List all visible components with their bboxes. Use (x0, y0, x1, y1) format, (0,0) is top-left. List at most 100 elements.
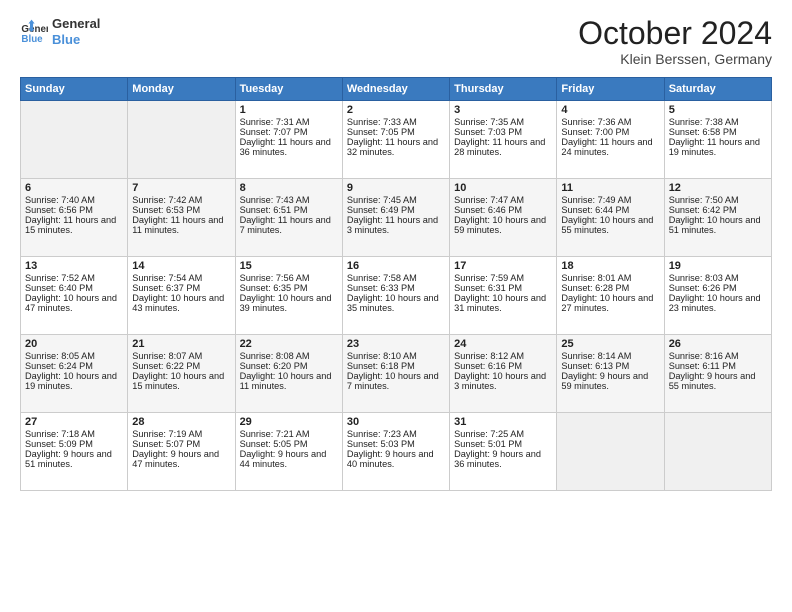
calendar-cell: 11Sunrise: 7:49 AMSunset: 6:44 PMDayligh… (557, 179, 664, 257)
sunset: Sunset: 7:07 PM (240, 127, 308, 137)
day-number: 22 (240, 338, 338, 350)
calendar-cell: 15Sunrise: 7:56 AMSunset: 6:35 PMDayligh… (235, 257, 342, 335)
sunset: Sunset: 7:00 PM (561, 127, 629, 137)
daylight: Daylight: 10 hours and 31 minutes. (454, 293, 546, 313)
calendar-cell: 10Sunrise: 7:47 AMSunset: 6:46 PMDayligh… (450, 179, 557, 257)
calendar-cell: 21Sunrise: 8:07 AMSunset: 6:22 PMDayligh… (128, 335, 235, 413)
calendar-cell: 8Sunrise: 7:43 AMSunset: 6:51 PMDaylight… (235, 179, 342, 257)
day-number: 24 (454, 338, 552, 350)
calendar-cell: 20Sunrise: 8:05 AMSunset: 6:24 PMDayligh… (21, 335, 128, 413)
week-row-1: 1Sunrise: 7:31 AMSunset: 7:07 PM Daylight… (21, 101, 772, 179)
day-number: 19 (669, 260, 767, 272)
daylight: Daylight: 11 hours and 28 minutes. (454, 137, 545, 157)
sunset: Sunset: 6:35 PM (240, 283, 308, 293)
daylight: Daylight: 10 hours and 35 minutes. (347, 293, 439, 313)
daylight: Daylight: 10 hours and 47 minutes. (25, 293, 117, 313)
sunrise: Sunrise: 7:36 AM (561, 117, 631, 127)
daylight: Daylight: 9 hours and 55 minutes. (669, 371, 756, 391)
daylight: Daylight: 10 hours and 3 minutes. (454, 371, 546, 391)
sunrise: Sunrise: 8:07 AM (132, 351, 202, 361)
sunset: Sunset: 6:56 PM (25, 205, 93, 215)
day-number: 7 (132, 182, 230, 194)
sunset: Sunset: 5:05 PM (240, 439, 308, 449)
calendar-cell: 12Sunrise: 7:50 AMSunset: 6:42 PMDayligh… (664, 179, 771, 257)
calendar-cell: 30Sunrise: 7:23 AMSunset: 5:03 PMDayligh… (342, 413, 449, 491)
daylight: Daylight: 10 hours and 7 minutes. (347, 371, 439, 391)
sunrise: Sunrise: 7:42 AM (132, 195, 202, 205)
sunrise: Sunrise: 7:33 AM (347, 117, 417, 127)
calendar-cell: 13Sunrise: 7:52 AMSunset: 6:40 PMDayligh… (21, 257, 128, 335)
calendar-cell: 3Sunrise: 7:35 AMSunset: 7:03 PMDaylight… (450, 101, 557, 179)
logo: General Blue General Blue (20, 16, 100, 47)
sunrise: Sunrise: 7:23 AM (347, 429, 417, 439)
calendar-cell: 23Sunrise: 8:10 AMSunset: 6:18 PMDayligh… (342, 335, 449, 413)
daylight: Daylight: 11 hours and 32 minutes. (347, 137, 438, 157)
col-sunday: Sunday (21, 78, 128, 101)
sunrise: Sunrise: 7:49 AM (561, 195, 631, 205)
sunrise: Sunrise: 7:31 AM (240, 117, 310, 127)
sunrise: Sunrise: 8:14 AM (561, 351, 631, 361)
sunrise: Sunrise: 8:01 AM (561, 273, 631, 283)
sunset: Sunset: 6:22 PM (132, 361, 200, 371)
title-block: October 2024 Klein Berssen, Germany (578, 16, 772, 67)
day-number: 1 (240, 104, 338, 116)
calendar-cell: 19Sunrise: 8:03 AMSunset: 6:26 PMDayligh… (664, 257, 771, 335)
month-title: October 2024 (578, 16, 772, 51)
calendar-cell: 17Sunrise: 7:59 AMSunset: 6:31 PMDayligh… (450, 257, 557, 335)
sunset: Sunset: 6:26 PM (669, 283, 737, 293)
daylight: Daylight: 11 hours and 15 minutes. (25, 215, 116, 235)
day-number: 14 (132, 260, 230, 272)
daylight: Daylight: 9 hours and 59 minutes. (561, 371, 648, 391)
daylight: Daylight: 9 hours and 36 minutes. (454, 449, 541, 469)
sunrise: Sunrise: 7:35 AM (454, 117, 524, 127)
day-number: 5 (669, 104, 767, 116)
day-number: 31 (454, 416, 552, 428)
sunset: Sunset: 6:53 PM (132, 205, 200, 215)
calendar-table: Sunday Monday Tuesday Wednesday Thursday… (20, 77, 772, 491)
day-number: 25 (561, 338, 659, 350)
daylight: Daylight: 9 hours and 40 minutes. (347, 449, 434, 469)
sunrise: Sunrise: 7:25 AM (454, 429, 524, 439)
sunrise: Sunrise: 8:12 AM (454, 351, 524, 361)
calendar-cell: 31Sunrise: 7:25 AMSunset: 5:01 PMDayligh… (450, 413, 557, 491)
sunrise: Sunrise: 7:56 AM (240, 273, 310, 283)
svg-text:Blue: Blue (21, 33, 43, 44)
day-number: 18 (561, 260, 659, 272)
sunrise: Sunrise: 7:50 AM (669, 195, 739, 205)
sunrise: Sunrise: 7:18 AM (25, 429, 95, 439)
header-row: Sunday Monday Tuesday Wednesday Thursday… (21, 78, 772, 101)
sunrise: Sunrise: 8:03 AM (669, 273, 739, 283)
day-number: 12 (669, 182, 767, 194)
logo-icon: General Blue (20, 18, 48, 46)
calendar-cell: 6Sunrise: 7:40 AMSunset: 6:56 PMDaylight… (21, 179, 128, 257)
sunset: Sunset: 6:18 PM (347, 361, 415, 371)
daylight: Daylight: 11 hours and 19 minutes. (669, 137, 760, 157)
week-row-4: 20Sunrise: 8:05 AMSunset: 6:24 PMDayligh… (21, 335, 772, 413)
sunrise: Sunrise: 7:45 AM (347, 195, 417, 205)
daylight: Daylight: 10 hours and 55 minutes. (561, 215, 653, 235)
calendar-cell: 26Sunrise: 8:16 AMSunset: 6:11 PMDayligh… (664, 335, 771, 413)
calendar-cell: 16Sunrise: 7:58 AMSunset: 6:33 PMDayligh… (342, 257, 449, 335)
calendar-cell: 28Sunrise: 7:19 AMSunset: 5:07 PMDayligh… (128, 413, 235, 491)
calendar-cell: 27Sunrise: 7:18 AMSunset: 5:09 PMDayligh… (21, 413, 128, 491)
sunset: Sunset: 7:03 PM (454, 127, 522, 137)
sunset: Sunset: 6:49 PM (347, 205, 415, 215)
day-number: 8 (240, 182, 338, 194)
daylight: Daylight: 11 hours and 3 minutes. (347, 215, 438, 235)
sunset: Sunset: 6:33 PM (347, 283, 415, 293)
daylight: Daylight: 9 hours and 44 minutes. (240, 449, 327, 469)
day-number: 15 (240, 260, 338, 272)
sunrise: Sunrise: 7:38 AM (669, 117, 739, 127)
daylight: Daylight: 10 hours and 23 minutes. (669, 293, 761, 313)
page-header: General Blue General Blue October 2024 K… (20, 16, 772, 67)
calendar-cell (557, 413, 664, 491)
sunrise: Sunrise: 8:08 AM (240, 351, 310, 361)
sunset: Sunset: 5:03 PM (347, 439, 415, 449)
week-row-2: 6Sunrise: 7:40 AMSunset: 6:56 PMDaylight… (21, 179, 772, 257)
col-wednesday: Wednesday (342, 78, 449, 101)
sunrise: Sunrise: 7:52 AM (25, 273, 95, 283)
calendar-cell: 25Sunrise: 8:14 AMSunset: 6:13 PMDayligh… (557, 335, 664, 413)
daylight: Daylight: 10 hours and 15 minutes. (132, 371, 224, 391)
sunset: Sunset: 6:58 PM (669, 127, 737, 137)
sunrise: Sunrise: 8:05 AM (25, 351, 95, 361)
